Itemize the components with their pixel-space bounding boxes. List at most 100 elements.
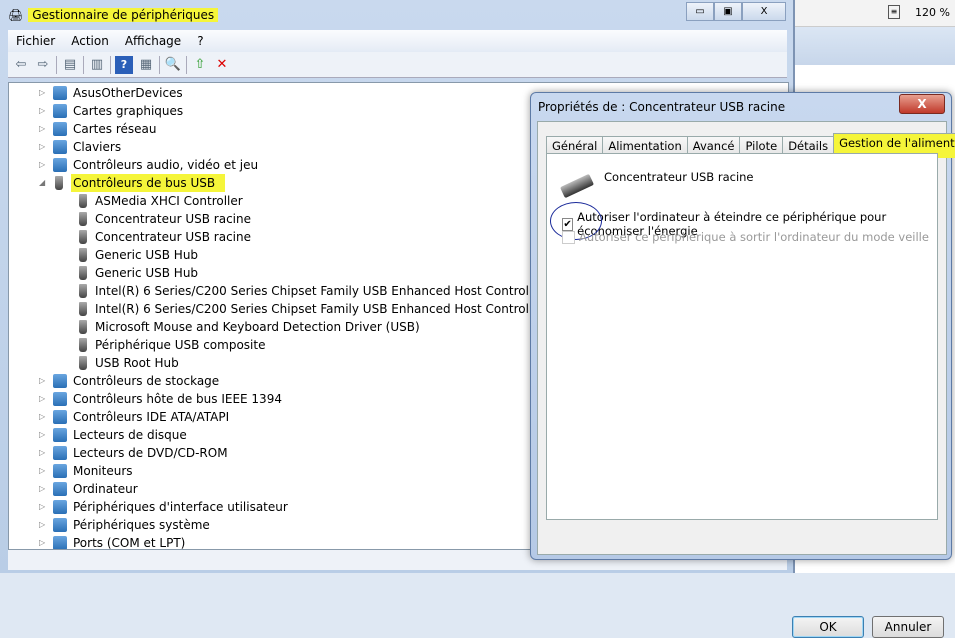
device-item[interactable]: Generic USB Hub <box>63 246 198 264</box>
device-category-icon <box>53 374 67 388</box>
dialog-close-button[interactable]: X <box>899 94 945 114</box>
page-icon[interactable]: ≡ <box>888 5 900 19</box>
device-item[interactable]: ASMedia XHCI Controller <box>63 192 243 210</box>
menu-help[interactable]: ? <box>189 34 211 48</box>
expand-arrow-icon[interactable]: ▷ <box>39 84 49 102</box>
background-header <box>795 27 955 65</box>
expand-arrow-icon[interactable]: ▷ <box>39 498 49 516</box>
item-label: ASMedia XHCI Controller <box>95 194 243 208</box>
show-hide-console-tree-icon[interactable]: ▤ <box>61 56 79 74</box>
device-item[interactable]: Concentrateur USB racine <box>63 228 251 246</box>
dialog-title: Propriétés de : Concentrateur USB racine <box>538 100 786 114</box>
category-item[interactable]: ▷ Contrôleurs hôte de bus IEEE 1394 <box>39 390 282 408</box>
menu-action[interactable]: Action <box>63 34 117 48</box>
category-item[interactable]: ▷ Ports (COM et LPT) <box>39 534 185 549</box>
device-category-icon <box>53 482 67 496</box>
category-item[interactable]: ▷ AsusOtherDevices <box>39 84 183 102</box>
item-label: Lecteurs de DVD/CD-ROM <box>73 446 228 460</box>
category-item[interactable]: ▷ Périphériques d'interface utilisateur <box>39 498 288 516</box>
device-category-icon <box>53 410 67 424</box>
forward-icon[interactable]: ⇨ <box>34 56 52 74</box>
expand-arrow-icon[interactable]: ▷ <box>39 462 49 480</box>
device-item[interactable]: Concentrateur USB racine <box>63 210 251 228</box>
category-item[interactable]: ▷ Moniteurs <box>39 462 133 480</box>
expand-arrow-icon[interactable]: ▷ <box>39 426 49 444</box>
menu-affichage[interactable]: Affichage <box>117 34 189 48</box>
device-category-icon <box>53 158 67 172</box>
update-driver-icon[interactable]: ⇧ <box>191 56 209 74</box>
uninstall-icon[interactable]: ✕ <box>213 56 231 74</box>
category-item[interactable]: ◢ Contrôleurs de bus USB <box>39 174 226 192</box>
item-label: Lecteurs de disque <box>73 428 187 442</box>
item-label: Moniteurs <box>73 464 133 478</box>
zoom-level[interactable]: 120 % <box>915 6 950 19</box>
device-item[interactable]: USB Root Hub <box>63 354 179 372</box>
category-item[interactable]: ▷ Claviers <box>39 138 121 156</box>
item-label: Claviers <box>73 140 122 154</box>
expand-arrow-icon[interactable]: ▷ <box>39 156 49 174</box>
device-item[interactable]: Intel(R) 6 Series/C200 Series Chipset Fa… <box>63 282 588 300</box>
menu-bar: Fichier Action Affichage ? <box>8 30 787 52</box>
device-category-icon <box>53 464 67 478</box>
category-item[interactable]: ▷ Contrôleurs audio, vidéo et jeu <box>39 156 258 174</box>
usb-icon <box>79 302 87 316</box>
item-label: Contrôleurs de bus USB <box>71 174 226 192</box>
usb-icon <box>55 176 63 190</box>
back-icon[interactable]: ⇦ <box>12 56 30 74</box>
device-category-icon <box>53 392 67 406</box>
maximize-button[interactable]: ▣ <box>714 2 742 21</box>
item-label: Périphériques d'interface utilisateur <box>73 500 288 514</box>
expand-arrow-icon[interactable]: ▷ <box>39 102 49 120</box>
category-item[interactable]: ▷ Cartes graphiques <box>39 102 183 120</box>
minimize-button[interactable]: ▭ <box>686 2 714 21</box>
expand-arrow-icon[interactable]: ▷ <box>39 390 49 408</box>
item-label: Contrôleurs audio, vidéo et jeu <box>73 158 259 172</box>
item-label: Intel(R) 6 Series/C200 Series Chipset Fa… <box>95 284 588 298</box>
expand-arrow-icon[interactable]: ▷ <box>39 372 49 390</box>
menu-fichier[interactable]: Fichier <box>8 34 63 48</box>
expand-arrow-icon[interactable]: ▷ <box>39 534 49 549</box>
device-item[interactable]: Intel(R) 6 Series/C200 Series Chipset Fa… <box>63 300 589 318</box>
expand-arrow-icon[interactable]: ▷ <box>39 408 49 426</box>
category-item[interactable]: ▷ Contrôleurs IDE ATA/ATAPI <box>39 408 229 426</box>
category-item[interactable]: ▷ Périphériques système <box>39 516 210 534</box>
usb-icon <box>79 212 87 226</box>
power-management-panel: Concentrateur USB racine ✔ Autoriser l'o… <box>546 153 938 520</box>
device-item[interactable]: Périphérique USB composite <box>63 336 265 354</box>
item-label: Generic USB Hub <box>95 248 199 262</box>
category-item[interactable]: ▷ Contrôleurs de stockage <box>39 372 219 390</box>
device-category-icon <box>53 446 67 460</box>
expand-arrow-icon[interactable]: ▷ <box>39 444 49 462</box>
device-item[interactable]: Microsoft Mouse and Keyboard Detection D… <box>63 318 420 336</box>
item-label: Cartes réseau <box>73 122 157 136</box>
expand-arrow-icon[interactable]: ▷ <box>39 120 49 138</box>
device-category-icon <box>53 104 67 118</box>
expand-arrow-icon[interactable]: ◢ <box>39 174 49 192</box>
background-toolbar: ≡ 120 % <box>795 0 955 27</box>
action-pane-icon[interactable]: ▦ <box>137 56 155 74</box>
category-item[interactable]: ▷ Lecteurs de disque <box>39 426 187 444</box>
help-icon[interactable]: ? <box>115 55 133 74</box>
allow-wake-label: Autoriser ce périphérique à sortir l'ord… <box>579 230 929 244</box>
expand-arrow-icon[interactable]: ▷ <box>39 138 49 156</box>
item-label: Cartes graphiques <box>73 104 184 118</box>
properties-dialog: Propriétés de : Concentrateur USB racine… <box>530 92 955 638</box>
device-category-icon <box>53 518 67 532</box>
usb-plug-icon <box>559 173 595 199</box>
device-item[interactable]: Generic USB Hub <box>63 264 198 282</box>
usb-icon <box>79 248 87 262</box>
expand-arrow-icon[interactable]: ▷ <box>39 516 49 534</box>
close-button[interactable]: X <box>742 2 786 21</box>
item-label: Microsoft Mouse and Keyboard Detection D… <box>95 320 420 334</box>
cancel-button[interactable]: Annuler <box>872 616 944 638</box>
scan-hardware-icon[interactable]: 🔍 <box>164 56 182 74</box>
category-item[interactable]: ▷ Ordinateur <box>39 480 138 498</box>
device-manager-icon: 🖨 <box>8 8 24 22</box>
category-item[interactable]: ▷ Cartes réseau <box>39 120 156 138</box>
device-category-icon <box>53 500 67 514</box>
properties-icon[interactable]: ▥ <box>88 56 106 74</box>
expand-arrow-icon[interactable]: ▷ <box>39 480 49 498</box>
item-label: USB Root Hub <box>95 356 179 370</box>
ok-button[interactable]: OK <box>792 616 864 638</box>
category-item[interactable]: ▷ Lecteurs de DVD/CD-ROM <box>39 444 228 462</box>
